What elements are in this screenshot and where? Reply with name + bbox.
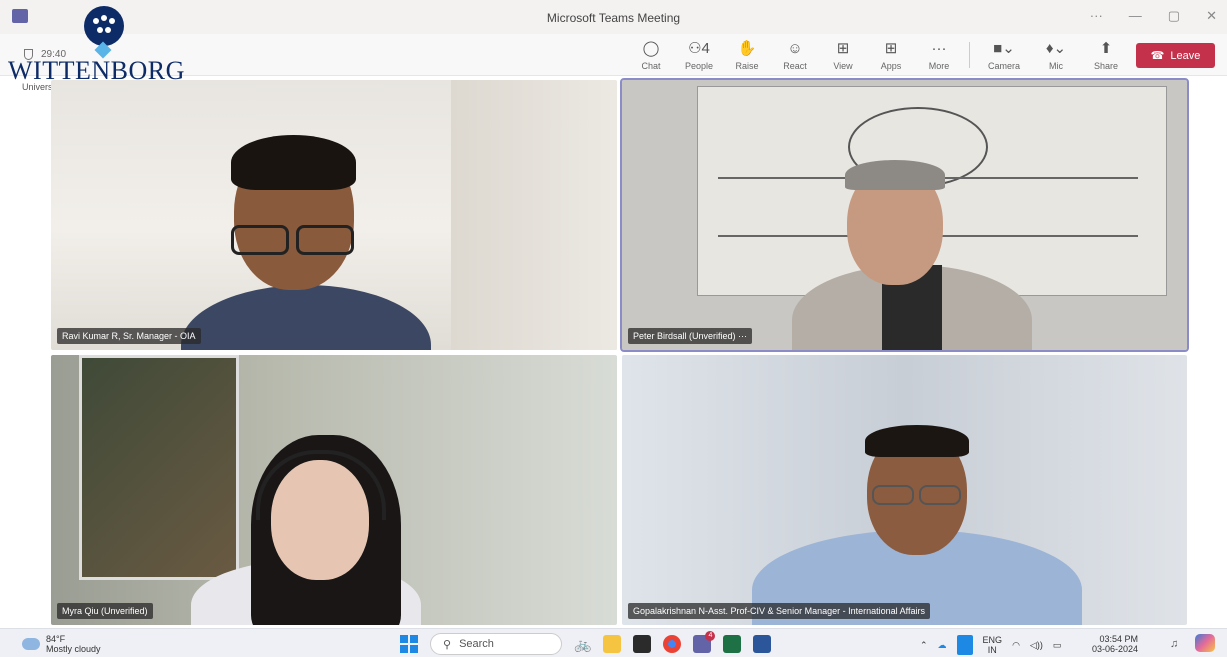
leave-label: Leave (1170, 49, 1201, 62)
view-icon: ⊞ (836, 39, 850, 57)
wifi-icon[interactable]: ◠ (1012, 640, 1020, 651)
video-tile-ravi[interactable]: Ravi Kumar R, Sr. Manager - OIA (51, 80, 617, 350)
teams-badge: 4 (705, 631, 716, 641)
participant-name: Ravi Kumar R, Sr. Manager - OIA (57, 328, 201, 344)
video-tile-gopalakrishnan[interactable]: Gopalakrishnan N-Asst. Prof-CIV & Senior… (622, 355, 1187, 625)
wall-corner (451, 80, 617, 350)
more-icon: ··· (931, 39, 947, 57)
language-code: ENG (982, 635, 1003, 645)
clock-time: 03:54 PM (1099, 634, 1139, 644)
taskbar-search[interactable]: ⚲ Search (430, 633, 562, 655)
onedrive-icon[interactable]: ☁ (938, 640, 947, 651)
chevron-up-icon[interactable]: ⌃ (920, 640, 928, 651)
clock-date: 03-06-2024 (1092, 644, 1139, 654)
windows-taskbar: 84°F Mostly cloudy ⚲ Search 🚲 4 ⌃ ☁ ENG … (0, 628, 1227, 657)
camera-button[interactable]: ■⌄ Camera (978, 36, 1030, 74)
weather-temp: 84°F (46, 634, 66, 644)
camera-label: Camera (987, 60, 1020, 71)
minimize-icon[interactable]: — (1129, 8, 1142, 24)
share-icon: ⬆ (1099, 39, 1113, 57)
battery-icon[interactable]: ▭ (1053, 640, 1062, 651)
window-controls: ··· — ▢ ✕ (1090, 8, 1217, 24)
glasses-right (919, 485, 961, 505)
chat-button[interactable]: ◯ Chat (627, 36, 675, 74)
system-tray: ⌃ ☁ ENG IN ◠ ◁)) ▭ (920, 635, 1061, 655)
volume-icon[interactable]: ◁)) (1030, 640, 1043, 651)
raise-hand-icon: ✋ (737, 39, 757, 57)
glasses-left (872, 485, 914, 505)
more-button[interactable]: ··· More (915, 36, 963, 74)
share-button[interactable]: ⬆ Share (1082, 36, 1130, 74)
video-tile-peter[interactable]: Peter Birdsall (Unverified) ··· (620, 78, 1189, 352)
close-icon[interactable]: ✕ (1206, 8, 1217, 24)
share-label: Share (1093, 60, 1119, 71)
more-label: More (928, 60, 950, 71)
camera-icon: ■⌄ (993, 39, 1015, 57)
person-body (181, 285, 431, 350)
people-label: People (684, 60, 714, 71)
bicycle-icon[interactable]: 🚲 (574, 636, 591, 653)
notes-app-icon[interactable] (633, 635, 652, 653)
people-button[interactable]: ⚇4 People (675, 36, 723, 74)
windows-start-icon[interactable] (400, 635, 418, 653)
glasses-left (231, 225, 289, 255)
logo-emblem-icon (84, 6, 124, 46)
wall-painting (79, 355, 239, 580)
participant-name: Myra Qiu (Unverified) (57, 603, 153, 619)
teams-icon[interactable]: 4 (693, 631, 716, 653)
react-icon: ☺ (787, 39, 803, 57)
mic-button[interactable]: ♦⌄ Mic (1030, 36, 1082, 74)
leave-button[interactable]: ☎ Leave (1136, 43, 1215, 68)
weather-widget[interactable]: 84°F Mostly cloudy (22, 634, 101, 654)
person-hair (865, 425, 969, 457)
react-label: React (783, 60, 807, 71)
file-explorer-icon[interactable] (603, 635, 622, 653)
more-options-icon[interactable]: ··· (1090, 8, 1103, 24)
taskbar-clock[interactable]: 03:54 PM 03-06-2024 (1092, 634, 1138, 654)
region-code: IN (987, 645, 997, 655)
weather-desc: Mostly cloudy (46, 644, 101, 654)
maximize-icon[interactable]: ▢ (1168, 8, 1180, 24)
people-icon: ⚇4 (688, 39, 710, 57)
notification-bell-icon[interactable]: ♫ (1170, 638, 1178, 650)
taskbar-apps: ⚲ Search 🚲 4 (400, 631, 772, 655)
chat-icon: ◯ (642, 39, 660, 57)
chat-label: Chat (641, 60, 661, 71)
apps-label: Apps (880, 60, 902, 71)
phone-hangup-icon: ☎ (1150, 50, 1165, 62)
search-label: Search (459, 638, 494, 650)
raise-label: Raise (735, 60, 759, 71)
toolbar-tools: ◯ Chat ⚇4 People ✋ Raise ☺ React ⊞ View … (627, 36, 1130, 74)
cloud-icon (22, 638, 40, 650)
react-button[interactable]: ☺ React (771, 36, 819, 74)
search-icon: ⚲ (443, 638, 452, 651)
view-label: View (833, 60, 853, 71)
video-tile-myra[interactable]: Myra Qiu (Unverified) (51, 355, 617, 625)
raise-hand-button[interactable]: ✋ Raise (723, 36, 771, 74)
view-button[interactable]: ⊞ View (819, 36, 867, 74)
chrome-icon[interactable] (663, 635, 682, 653)
apps-icon: ⊞ (884, 39, 898, 57)
word-icon[interactable] (753, 635, 772, 653)
participant-name: Peter Birdsall (Unverified) ··· (628, 328, 753, 344)
apps-button[interactable]: ⊞ Apps (867, 36, 915, 74)
mic-label: Mic (1049, 60, 1063, 71)
language-indicator[interactable]: ENG IN (983, 635, 1003, 655)
mic-icon: ♦⌄ (1045, 39, 1067, 57)
toolbar-divider (969, 42, 970, 68)
mic-tray-icon[interactable] (956, 635, 973, 655)
participant-name: Gopalakrishnan N-Asst. Prof-CIV & Senior… (628, 603, 930, 619)
person-hair (231, 135, 356, 190)
excel-icon[interactable] (723, 635, 742, 653)
glasses-right (296, 225, 354, 255)
copilot-icon[interactable] (1195, 634, 1215, 652)
person-hair (845, 160, 945, 190)
